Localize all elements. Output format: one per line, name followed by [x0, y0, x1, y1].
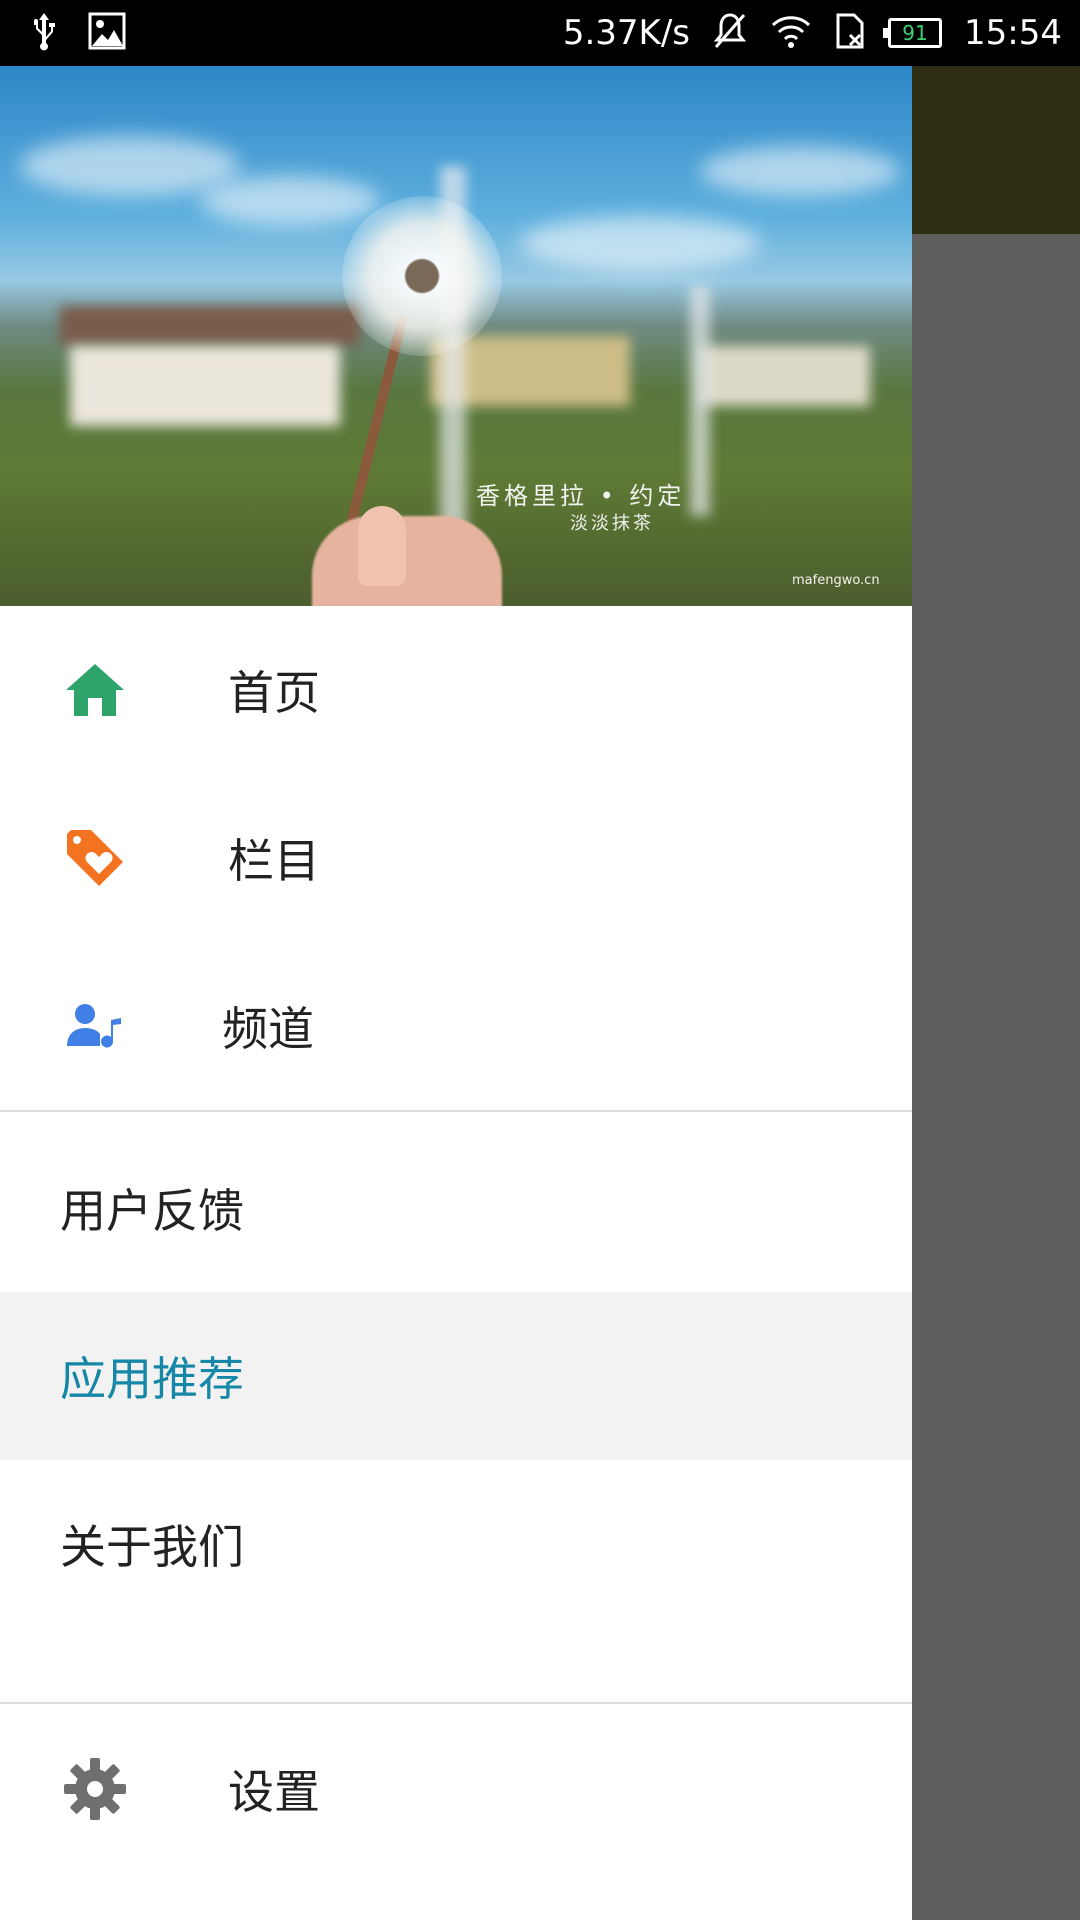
- clock: 15:54: [964, 13, 1062, 53]
- user-music-icon: [62, 993, 128, 1059]
- menu-item-settings[interactable]: 设置: [0, 1704, 912, 1874]
- mute-icon: [712, 11, 748, 55]
- usb-icon: [30, 11, 58, 55]
- status-bar: 5.37K/s 91 15:54: [0, 0, 1080, 66]
- menu-item-about-us[interactable]: 关于我们: [0, 1460, 912, 1628]
- network-speed: 5.37K/s: [562, 13, 691, 53]
- image-caption: 香格里拉 • 约定: [476, 482, 686, 510]
- menu-item-label: 设置: [228, 1765, 320, 1819]
- battery-level: 91: [902, 21, 928, 45]
- navigation-drawer: 香格里拉 • 约定 淡淡抹茶 mafengwo.cn 首页 栏目 频道 用户反馈…: [0, 66, 912, 1920]
- menu-item-label: 首页: [228, 666, 320, 720]
- menu-item-home[interactable]: 首页: [0, 606, 912, 774]
- tag-heart-icon: [62, 825, 128, 891]
- secondary-menu: 用户反馈 应用推荐 关于我们: [0, 1112, 912, 1628]
- menu-item-columns[interactable]: 栏目: [0, 774, 912, 942]
- wifi-icon: [770, 13, 812, 53]
- background-app-toolbar[interactable]: [912, 66, 1080, 234]
- image-icon: [88, 12, 126, 54]
- menu-item-label: 栏目: [228, 834, 320, 888]
- drawer-menu: 首页 栏目 频道 用户反馈 应用推荐 关于我们 设置: [0, 606, 912, 1874]
- primary-menu: 首页 栏目 频道: [0, 606, 912, 1110]
- menu-item-channels[interactable]: 频道: [0, 942, 912, 1110]
- no-sim-icon: [834, 11, 866, 55]
- home-icon: [62, 657, 128, 723]
- menu-item-app-recommend[interactable]: 应用推荐: [0, 1292, 912, 1460]
- battery-icon: 91: [883, 18, 943, 48]
- menu-item-label: 频道: [222, 1002, 314, 1056]
- menu-item-feedback[interactable]: 用户反馈: [0, 1124, 912, 1292]
- image-subcaption: 淡淡抹茶: [570, 513, 654, 534]
- drawer-header-image: 香格里拉 • 约定 淡淡抹茶 mafengwo.cn: [0, 66, 912, 606]
- drawer-scrim[interactable]: [912, 234, 1080, 1920]
- gear-icon: [62, 1756, 128, 1822]
- image-watermark: mafengwo.cn: [792, 573, 880, 588]
